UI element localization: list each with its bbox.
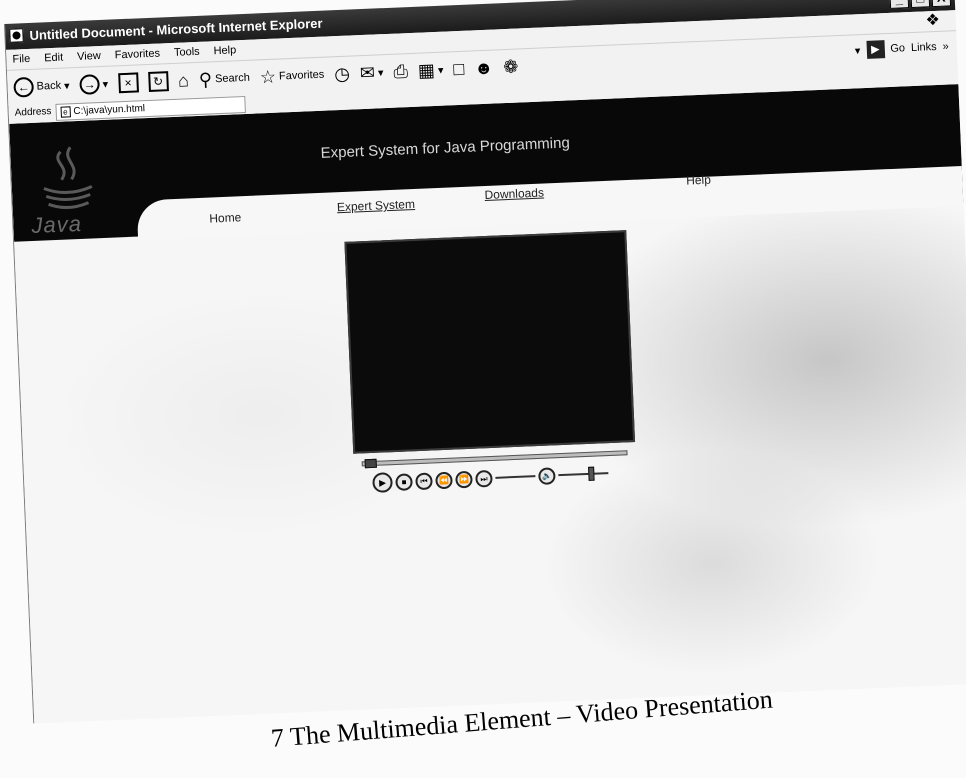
messenger-button[interactable]: ☻ bbox=[474, 58, 494, 79]
address-dropdown-icon[interactable]: ▾ bbox=[855, 44, 861, 57]
screenshot-stage: Untitled Document - Microsoft Internet E… bbox=[0, 0, 966, 778]
back-arrow-icon: ← bbox=[13, 76, 35, 98]
go-label[interactable]: Go bbox=[890, 42, 905, 55]
address-label: Address bbox=[14, 106, 52, 119]
home-button[interactable]: ⌂ bbox=[178, 70, 190, 90]
seek-thumb[interactable] bbox=[364, 458, 377, 469]
links-label[interactable]: Links bbox=[911, 41, 937, 54]
research-button[interactable]: ❁ bbox=[503, 57, 519, 78]
page-icon: e bbox=[60, 105, 71, 118]
close-button[interactable]: X bbox=[931, 0, 952, 8]
discuss-icon: □ bbox=[453, 58, 465, 80]
forward-dropdown-icon: ▾ bbox=[102, 78, 109, 91]
windows-flag-icon: ❖ bbox=[925, 11, 941, 30]
volume-slider[interactable] bbox=[558, 466, 609, 481]
volume-thumb[interactable] bbox=[588, 466, 595, 481]
edit-icon: ▦ bbox=[417, 60, 436, 81]
mail-dropdown-icon: ▾ bbox=[377, 66, 384, 79]
favorites-label: Favorites bbox=[278, 68, 325, 83]
fast-forward-icon[interactable]: ⏩ bbox=[455, 470, 473, 488]
control-divider bbox=[495, 475, 536, 479]
menu-help[interactable]: Help bbox=[213, 40, 236, 61]
menu-file[interactable]: File bbox=[12, 49, 31, 70]
nav-bar: Home Expert System Downloads Help bbox=[136, 166, 964, 241]
back-button[interactable]: ← Back ▾ bbox=[13, 75, 70, 98]
minimize-button[interactable]: _ bbox=[889, 0, 910, 9]
edit-button[interactable]: ▦ ▾ bbox=[417, 60, 443, 81]
video-screen[interactable] bbox=[344, 230, 636, 454]
next-icon[interactable]: ⏭ bbox=[475, 469, 493, 488]
ie-app-icon bbox=[9, 28, 24, 43]
menu-tools[interactable]: Tools bbox=[174, 42, 201, 63]
print-button[interactable]: ⎙ bbox=[393, 61, 408, 82]
player-controls: ▶ ■ ⏮ ⏪ ⏩ ⏭ 🔈 bbox=[372, 463, 609, 493]
messenger-icon: ☻ bbox=[473, 57, 494, 79]
page-viewport: Expert System for Java Programming Java … bbox=[9, 84, 966, 724]
window-controls: _ □ X bbox=[889, 0, 952, 9]
forward-button[interactable]: → ▾ bbox=[79, 74, 108, 95]
stop-button[interactable]: × bbox=[117, 72, 139, 94]
home-icon: ⌂ bbox=[177, 70, 190, 91]
edit-dropdown-icon: ▾ bbox=[437, 64, 444, 77]
browser-window: Untitled Document - Microsoft Internet E… bbox=[4, 0, 966, 724]
links-more-icon[interactable]: » bbox=[942, 40, 949, 52]
star-icon: ☆ bbox=[259, 66, 277, 88]
mail-button[interactable]: ✉ ▾ bbox=[359, 62, 384, 84]
favorites-button[interactable]: ☆ Favorites bbox=[259, 65, 324, 88]
search-label: Search bbox=[214, 71, 251, 86]
research-icon: ❁ bbox=[502, 56, 519, 78]
address-value: C:\java\yun.html bbox=[73, 102, 146, 117]
menu-favorites[interactable]: Favorites bbox=[114, 44, 161, 66]
back-dropdown-icon: ▾ bbox=[63, 79, 70, 93]
play-icon[interactable]: ▶ bbox=[372, 472, 393, 493]
refresh-icon: ↻ bbox=[147, 71, 169, 93]
refresh-button[interactable]: ↻ bbox=[147, 71, 169, 93]
nav-help[interactable]: Help bbox=[686, 173, 711, 188]
forward-arrow-icon: → bbox=[79, 74, 101, 95]
stop-icon[interactable]: ■ bbox=[395, 472, 413, 491]
java-logo-text: Java bbox=[30, 210, 83, 239]
nav-downloads[interactable]: Downloads bbox=[484, 186, 544, 202]
toolbar-right: ▾ ▶ Go Links » bbox=[854, 37, 949, 59]
maximize-button[interactable]: □ bbox=[910, 0, 931, 8]
nav-expert-system[interactable]: Expert System bbox=[337, 197, 416, 214]
rewind-icon[interactable]: ⏪ bbox=[435, 471, 453, 489]
printer-icon: ⎙ bbox=[393, 61, 409, 82]
video-player: ▶ ■ ⏮ ⏪ ⏩ ⏭ 🔈 bbox=[344, 230, 637, 502]
nav-home[interactable]: Home bbox=[209, 210, 242, 225]
back-label: Back bbox=[36, 79, 62, 93]
volume-icon[interactable]: 🔈 bbox=[538, 466, 556, 485]
menu-view[interactable]: View bbox=[77, 46, 101, 67]
stop-x-icon: × bbox=[117, 72, 139, 94]
go-arrow-icon[interactable]: ▶ bbox=[865, 40, 885, 59]
search-button[interactable]: ⚲ Search bbox=[198, 68, 250, 90]
history-button[interactable]: ◷ bbox=[334, 64, 351, 85]
site-title: Expert System for Java Programming bbox=[320, 134, 571, 162]
search-icon: ⚲ bbox=[198, 69, 213, 90]
history-icon: ◷ bbox=[333, 63, 351, 85]
menu-edit[interactable]: Edit bbox=[44, 48, 64, 69]
discuss-button[interactable]: □ bbox=[453, 59, 465, 79]
mail-icon: ✉ bbox=[359, 62, 376, 84]
previous-icon[interactable]: ⏮ bbox=[415, 471, 433, 490]
